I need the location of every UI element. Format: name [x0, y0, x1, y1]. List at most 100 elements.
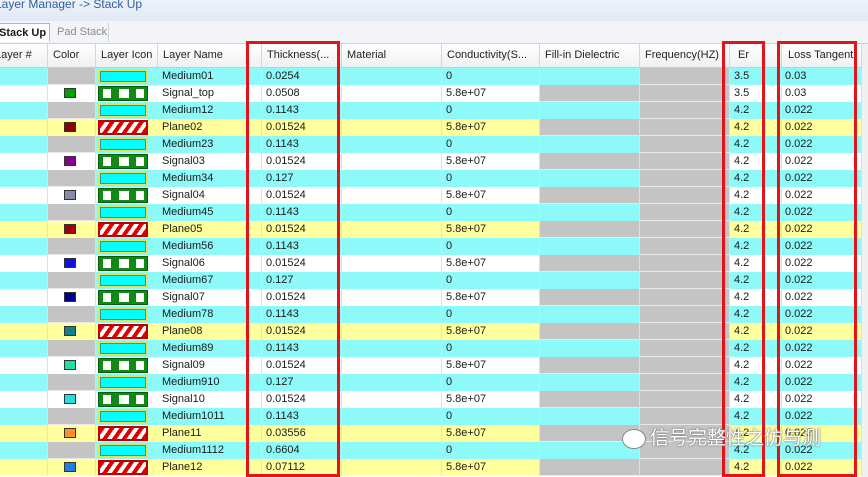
cell-fill-in-dielectric[interactable]: [540, 340, 640, 357]
cell-layer-number[interactable]: [0, 272, 48, 289]
table-row[interactable]: Medium56 0.1143 0 4.2 0.022: [0, 238, 868, 255]
color-swatch[interactable]: [64, 258, 76, 268]
cell-frequency[interactable]: [640, 153, 730, 170]
cell-material[interactable]: [342, 170, 442, 187]
cell-layer-name[interactable]: Signal04: [158, 187, 262, 204]
cell-layer-name[interactable]: Signal10: [158, 391, 262, 408]
cell-fill-in-dielectric[interactable]: [540, 68, 640, 85]
cell-thickness[interactable]: 0.01524: [262, 391, 342, 408]
cell-conductivity[interactable]: 5.8e+07: [442, 153, 540, 170]
cell-fill-in-dielectric[interactable]: [540, 136, 640, 153]
header-er[interactable]: Er: [730, 44, 782, 67]
cell-conductivity[interactable]: 0: [442, 170, 540, 187]
cell-color[interactable]: [48, 85, 96, 102]
cell-loss-tangent[interactable]: 0.022: [782, 238, 862, 255]
cell-material[interactable]: [342, 459, 442, 476]
cell-loss-tangent[interactable]: 0.022: [782, 170, 862, 187]
cell-layer-name[interactable]: Medium910: [158, 374, 262, 391]
cell-color[interactable]: [48, 408, 96, 425]
cell-layer-number[interactable]: [0, 187, 48, 204]
table-row[interactable]: Medium12 0.1143 0 4.2 0.022: [0, 102, 868, 119]
cell-thickness[interactable]: 0.07112: [262, 459, 342, 476]
cell-conductivity[interactable]: 5.8e+07: [442, 85, 540, 102]
cell-frequency[interactable]: [640, 187, 730, 204]
cell-fill-in-dielectric[interactable]: [540, 323, 640, 340]
cell-color[interactable]: [48, 289, 96, 306]
color-swatch[interactable]: [64, 292, 76, 302]
cell-layer-name[interactable]: Plane08: [158, 323, 262, 340]
cell-color[interactable]: [48, 459, 96, 476]
cell-er[interactable]: 4.2: [730, 323, 782, 340]
cell-layer-name[interactable]: Medium56: [158, 238, 262, 255]
table-row[interactable]: Signal06 0.01524 5.8e+07 4.2 0.022: [0, 255, 868, 272]
cell-thickness[interactable]: 0.01524: [262, 255, 342, 272]
cell-thickness[interactable]: 0.01524: [262, 357, 342, 374]
cell-material[interactable]: [342, 136, 442, 153]
cell-conductivity[interactable]: 5.8e+07: [442, 323, 540, 340]
color-swatch[interactable]: [64, 122, 76, 132]
header-fill-in-dielectric[interactable]: Fill-in Dielectric: [540, 44, 640, 67]
cell-layer-name[interactable]: Medium1112: [158, 442, 262, 459]
cell-frequency[interactable]: [640, 170, 730, 187]
cell-layer-name[interactable]: Medium1011: [158, 408, 262, 425]
cell-color[interactable]: [48, 357, 96, 374]
cell-material[interactable]: [342, 357, 442, 374]
header-loss-tangent[interactable]: Loss Tangent: [782, 44, 862, 67]
cell-fill-in-dielectric[interactable]: [540, 153, 640, 170]
cell-er[interactable]: 4.2: [730, 408, 782, 425]
cell-conductivity[interactable]: 0: [442, 340, 540, 357]
cell-color[interactable]: [48, 187, 96, 204]
cell-layer-name[interactable]: Signal07: [158, 289, 262, 306]
cell-loss-tangent[interactable]: 0.03: [782, 68, 862, 85]
color-swatch[interactable]: [64, 156, 76, 166]
color-swatch[interactable]: [64, 428, 76, 438]
cell-conductivity[interactable]: 5.8e+07: [442, 221, 540, 238]
cell-conductivity[interactable]: 5.8e+07: [442, 255, 540, 272]
cell-thickness[interactable]: 0.1143: [262, 408, 342, 425]
cell-material[interactable]: [342, 272, 442, 289]
cell-color[interactable]: [48, 425, 96, 442]
cell-conductivity[interactable]: 0: [442, 374, 540, 391]
table-row[interactable]: Medium01 0.0254 0 3.5 0.03: [0, 68, 868, 85]
cell-loss-tangent[interactable]: 0.022: [782, 306, 862, 323]
cell-material[interactable]: [342, 187, 442, 204]
header-conductivity[interactable]: Conductivity(S...: [442, 44, 540, 67]
cell-layer-number[interactable]: [0, 221, 48, 238]
cell-color[interactable]: [48, 119, 96, 136]
cell-frequency[interactable]: [640, 68, 730, 85]
cell-thickness[interactable]: 0.127: [262, 170, 342, 187]
cell-loss-tangent[interactable]: 0.022: [782, 357, 862, 374]
color-swatch[interactable]: [64, 462, 76, 472]
cell-material[interactable]: [342, 221, 442, 238]
cell-frequency[interactable]: [640, 289, 730, 306]
cell-conductivity[interactable]: 0: [442, 442, 540, 459]
cell-conductivity[interactable]: 5.8e+07: [442, 391, 540, 408]
cell-er[interactable]: 4.2: [730, 238, 782, 255]
cell-layer-name[interactable]: Medium67: [158, 272, 262, 289]
tab-stack-up[interactable]: Stack Up: [0, 23, 50, 42]
table-row[interactable]: Signal04 0.01524 5.8e+07 4.2 0.022: [0, 187, 868, 204]
cell-fill-in-dielectric[interactable]: [540, 272, 640, 289]
cell-layer-name[interactable]: Plane05: [158, 221, 262, 238]
table-row[interactable]: Signal03 0.01524 5.8e+07 4.2 0.022: [0, 153, 868, 170]
cell-layer-number[interactable]: [0, 255, 48, 272]
cell-color[interactable]: [48, 323, 96, 340]
cell-frequency[interactable]: [640, 323, 730, 340]
cell-thickness[interactable]: 0.01524: [262, 221, 342, 238]
cell-thickness[interactable]: 0.127: [262, 374, 342, 391]
cell-layer-number[interactable]: [0, 391, 48, 408]
cell-thickness[interactable]: 0.1143: [262, 102, 342, 119]
cell-loss-tangent[interactable]: 0.022: [782, 408, 862, 425]
table-row[interactable]: Signal_top 0.0508 5.8e+07 3.5 0.03: [0, 85, 868, 102]
cell-fill-in-dielectric[interactable]: [540, 459, 640, 476]
cell-thickness[interactable]: 0.01524: [262, 119, 342, 136]
table-row[interactable]: Medium910 0.127 0 4.2 0.022: [0, 374, 868, 391]
cell-thickness[interactable]: 0.127: [262, 272, 342, 289]
cell-frequency[interactable]: [640, 272, 730, 289]
cell-layer-number[interactable]: [0, 85, 48, 102]
cell-layer-number[interactable]: [0, 136, 48, 153]
cell-loss-tangent[interactable]: 0.022: [782, 323, 862, 340]
cell-layer-name[interactable]: Signal03: [158, 153, 262, 170]
header-material[interactable]: Material: [342, 44, 442, 67]
cell-fill-in-dielectric[interactable]: [540, 391, 640, 408]
